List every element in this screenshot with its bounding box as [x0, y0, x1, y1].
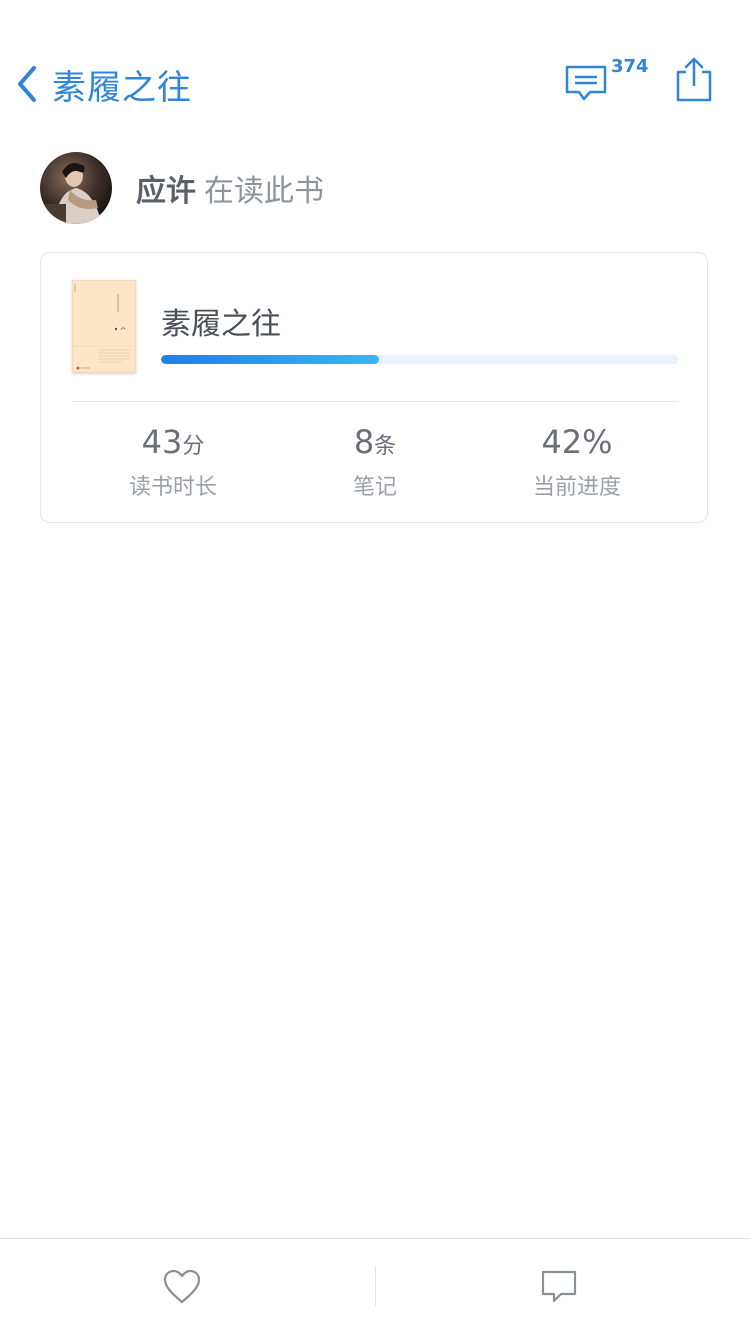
reading-progress-bar	[161, 355, 679, 364]
stat-unit: 条	[374, 434, 397, 459]
stat-reading-time: 43分 读书时长	[72, 421, 274, 501]
share-icon	[676, 57, 712, 102]
stat-label: 读书时长	[128, 475, 217, 500]
stat-value: 42%	[541, 423, 613, 461]
speech-bubble-icon	[541, 1270, 577, 1303]
toolbar-divider	[375, 1266, 376, 1306]
bottom-toolbar	[0, 1238, 750, 1334]
stat-value: 43	[141, 423, 183, 461]
reading-stats: 43分 读书时长 8条 笔记 42% 当前进度	[72, 421, 678, 501]
stat-progress: 42% 当前进度	[476, 421, 678, 501]
card-divider	[72, 401, 678, 402]
reader-name[interactable]: 应许	[136, 174, 196, 209]
share-button[interactable]	[672, 54, 716, 106]
stat-value: 8	[353, 423, 375, 461]
stat-notes[interactable]: 8条 笔记	[274, 421, 476, 501]
stat-unit: 分	[182, 434, 205, 459]
book-title: 素履之往	[161, 307, 281, 342]
back-button[interactable]: 素履之往	[12, 60, 192, 108]
book-card[interactable]: 素履之往 43分 读书时长 8条 笔记 42% 当前进度	[40, 252, 708, 523]
reader-row: 应许 在读此书	[40, 152, 324, 224]
reading-progress-fill	[161, 355, 379, 364]
comment-button[interactable]	[539, 1267, 579, 1307]
chevron-left-icon	[18, 66, 36, 102]
reader-status-text: 在读此书	[204, 174, 324, 209]
book-cover-image	[71, 279, 137, 374]
nav-header: 素履之往 374	[0, 0, 750, 150]
like-button[interactable]	[162, 1267, 202, 1307]
comment-lines-icon	[565, 65, 607, 101]
stat-label: 当前进度	[532, 475, 621, 500]
book-title-header: 素履之往	[52, 67, 192, 108]
avatar-image	[40, 152, 112, 224]
comments-button[interactable]: 374	[560, 56, 650, 108]
stat-label: 笔记	[352, 475, 397, 500]
heart-icon	[163, 1269, 201, 1304]
reader-status: 应许 在读此书	[136, 166, 324, 210]
avatar[interactable]	[40, 152, 112, 224]
comments-count-badge: 374	[611, 56, 649, 77]
book-cover[interactable]	[71, 279, 137, 374]
